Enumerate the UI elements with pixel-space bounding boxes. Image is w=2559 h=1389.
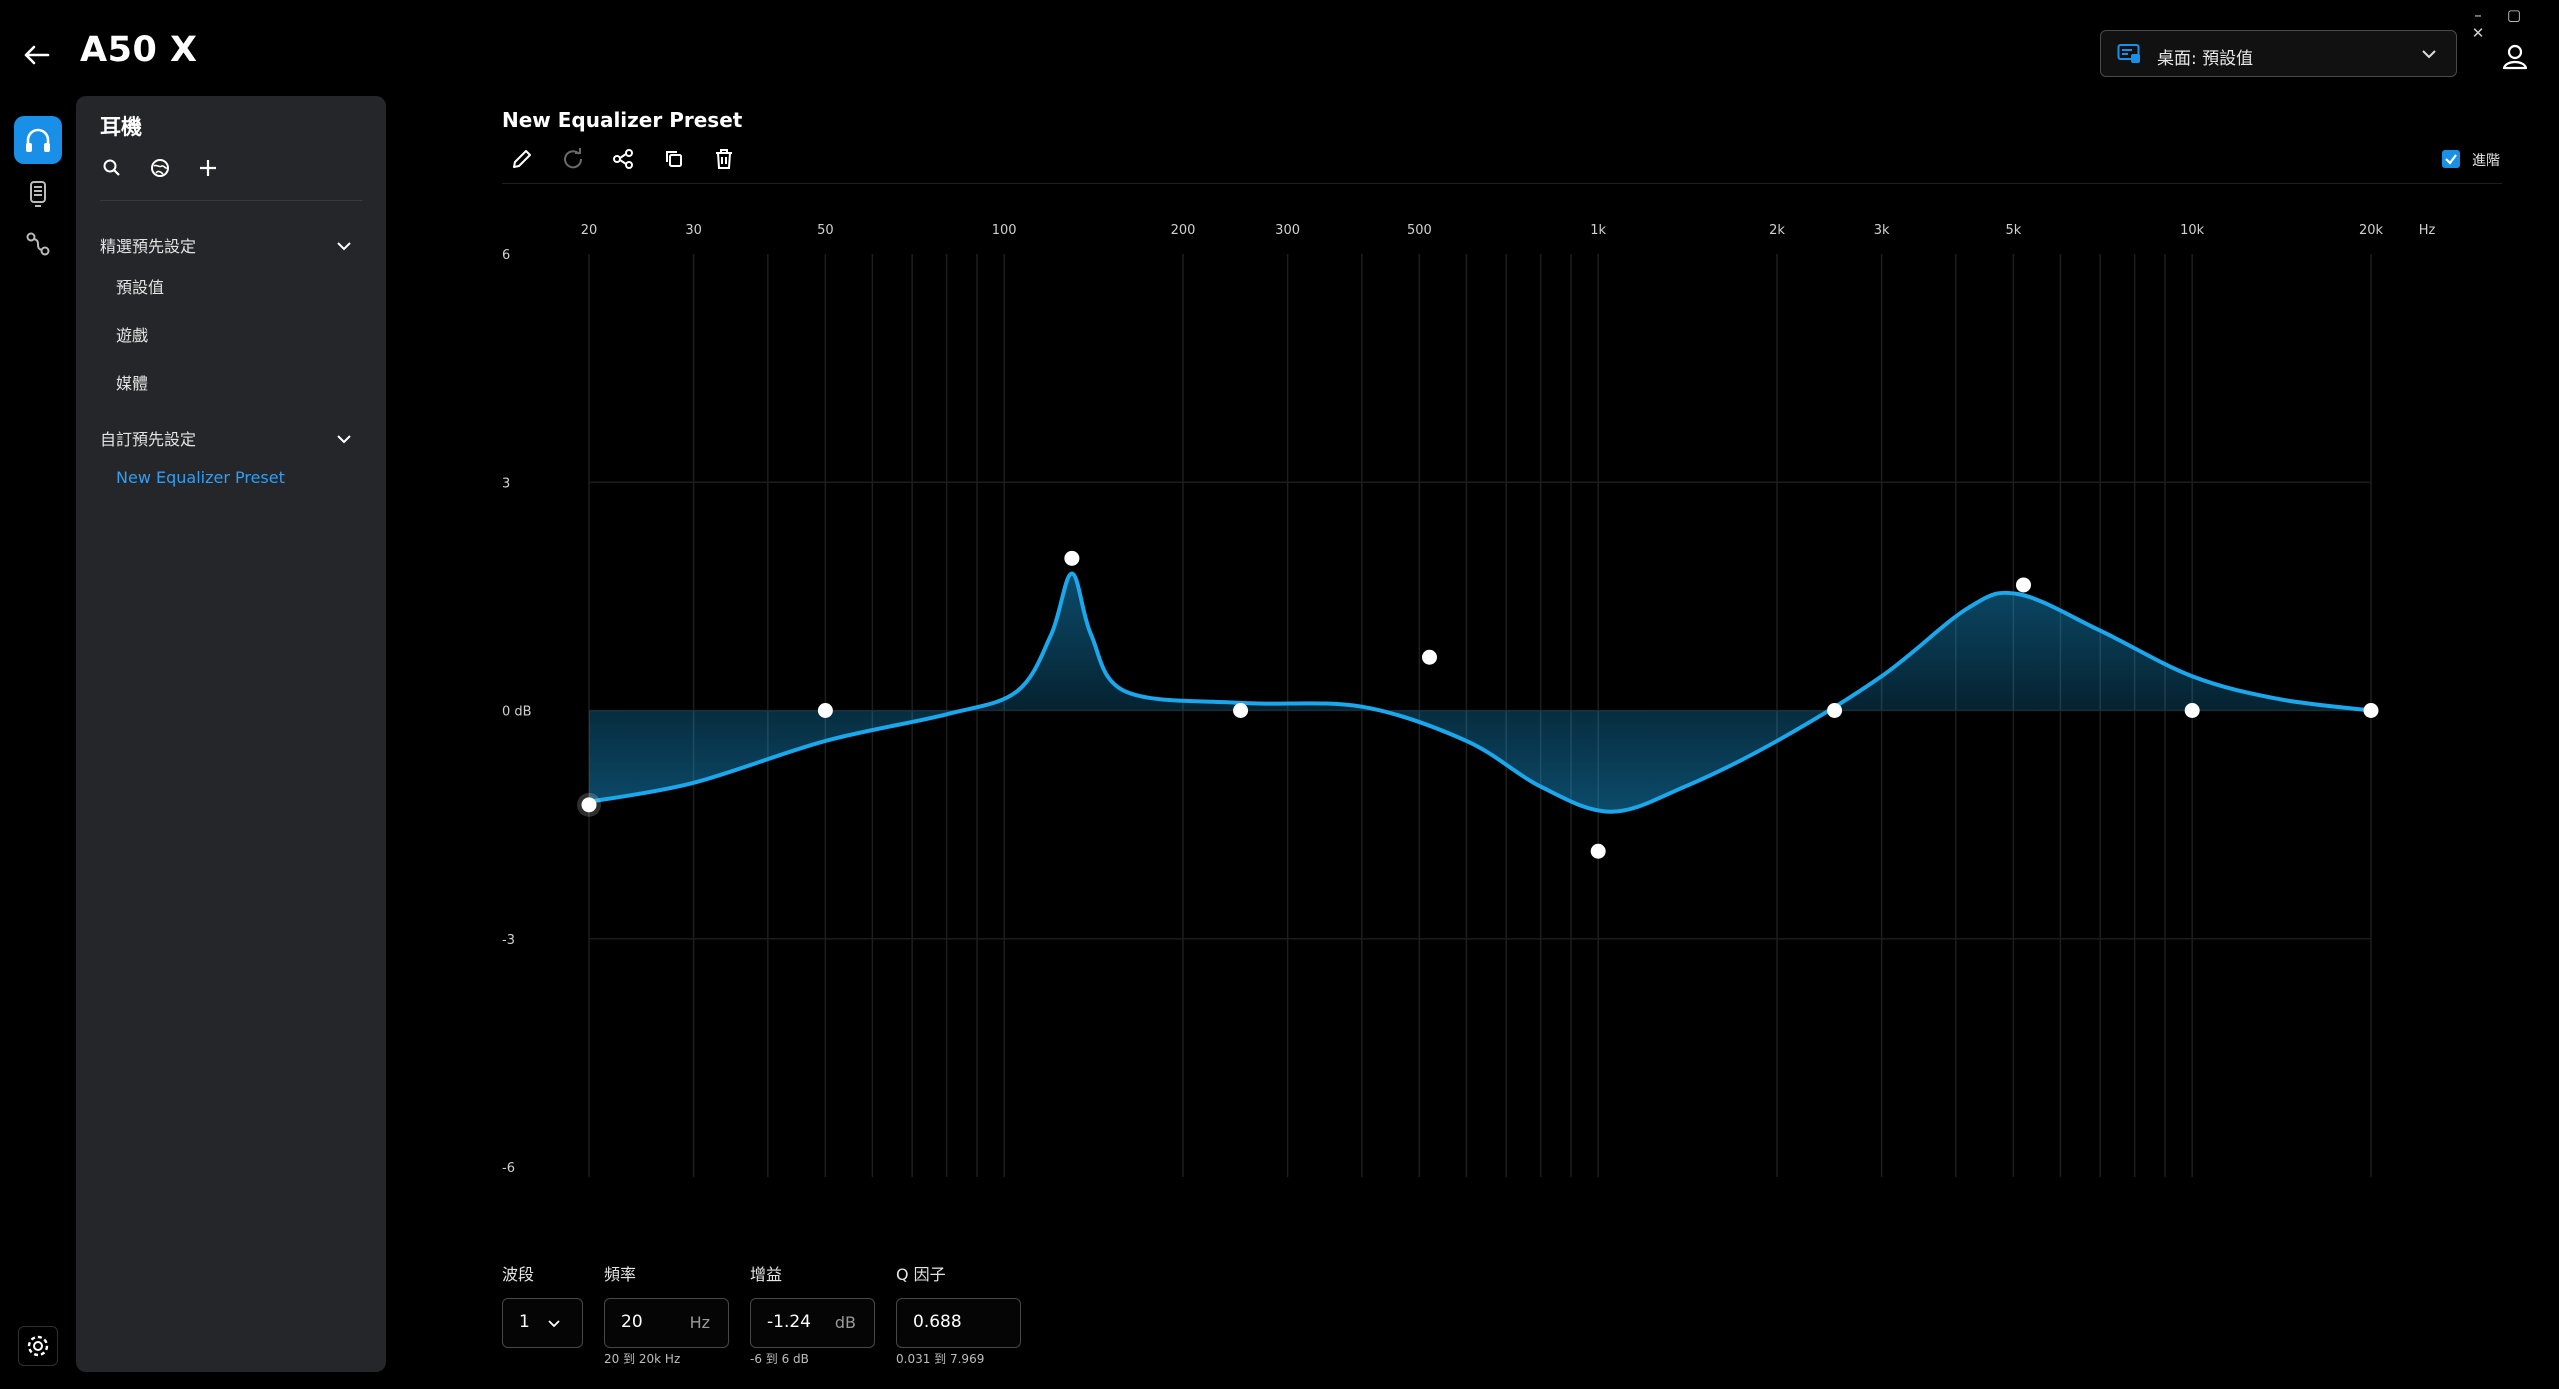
gain-value: -1.24 bbox=[767, 1312, 811, 1332]
x-tick-label: 20k bbox=[2359, 223, 2384, 238]
band-label: 波段 bbox=[502, 1265, 535, 1284]
band-point[interactable] bbox=[2015, 577, 2031, 593]
chevron-down-icon bbox=[548, 1320, 560, 1328]
band-point[interactable] bbox=[1421, 649, 1437, 665]
x-tick-label: 5k bbox=[2005, 223, 2021, 238]
band-point[interactable] bbox=[1064, 550, 1080, 566]
x-tick-label: 500 bbox=[1407, 223, 1432, 238]
x-tick-label: 200 bbox=[1171, 223, 1196, 238]
x-tick-label: 10k bbox=[2180, 223, 2205, 238]
frequency-unit: Hz bbox=[689, 1313, 710, 1332]
curve-fill-positive bbox=[589, 573, 2371, 711]
eq-chart[interactable]: 20 30 50 100 200 300 500 1k 2k 3k 5k 10k 20k 6 3 0 dB -… bbox=[0, 0, 2559, 1240]
frequency-label: 頻率 bbox=[604, 1265, 637, 1284]
band-point[interactable] bbox=[2363, 703, 2379, 718]
band-point[interactable] bbox=[581, 797, 597, 813]
x-tick-label: 100 bbox=[992, 223, 1017, 238]
frequency-value: 20 bbox=[621, 1312, 643, 1332]
x-tick-label: 3k bbox=[1874, 223, 1890, 238]
gear-icon bbox=[27, 1335, 49, 1357]
gain-input[interactable]: -1.24 dB bbox=[750, 1298, 875, 1348]
y-tick-label: 6 bbox=[502, 248, 510, 263]
x-tick-label: 30 bbox=[685, 223, 702, 238]
gain-unit: dB bbox=[834, 1313, 856, 1332]
settings-button[interactable] bbox=[18, 1326, 58, 1366]
x-axis-unit-label: Hz bbox=[2419, 223, 2436, 238]
band-point[interactable] bbox=[1233, 703, 1249, 718]
gain-label: 增益 bbox=[750, 1265, 783, 1284]
band-point[interactable] bbox=[2184, 703, 2200, 718]
x-tick-label: 20 bbox=[581, 223, 598, 238]
y-tick-label: 3 bbox=[502, 476, 510, 491]
q-factor-label: Q 因子 bbox=[896, 1265, 946, 1284]
gain-range-hint: -6 到 6 dB bbox=[750, 1352, 809, 1366]
y-tick-label: -3 bbox=[502, 933, 515, 948]
x-tick-label: 2k bbox=[1769, 223, 1785, 238]
frequency-range-hint: 20 到 20k Hz bbox=[604, 1352, 681, 1366]
x-tick-label: 50 bbox=[817, 223, 834, 238]
band-value: 1 bbox=[519, 1312, 530, 1332]
band-point[interactable] bbox=[1590, 843, 1606, 859]
q-factor-range-hint: 0.031 到 7.969 bbox=[896, 1352, 985, 1366]
x-tick-label: 1k bbox=[1590, 223, 1606, 238]
band-select[interactable]: 1 bbox=[502, 1298, 583, 1348]
x-tick-label: 300 bbox=[1275, 223, 1300, 238]
q-factor-input[interactable]: 0.688 bbox=[896, 1298, 1021, 1348]
band-point[interactable] bbox=[817, 703, 833, 718]
y-tick-label: 0 dB bbox=[502, 705, 532, 720]
frequency-input[interactable]: 20 Hz bbox=[604, 1298, 729, 1348]
band-point[interactable] bbox=[1827, 703, 1843, 718]
q-factor-value: 0.688 bbox=[913, 1312, 962, 1332]
y-tick-label: -6 bbox=[502, 1161, 515, 1176]
